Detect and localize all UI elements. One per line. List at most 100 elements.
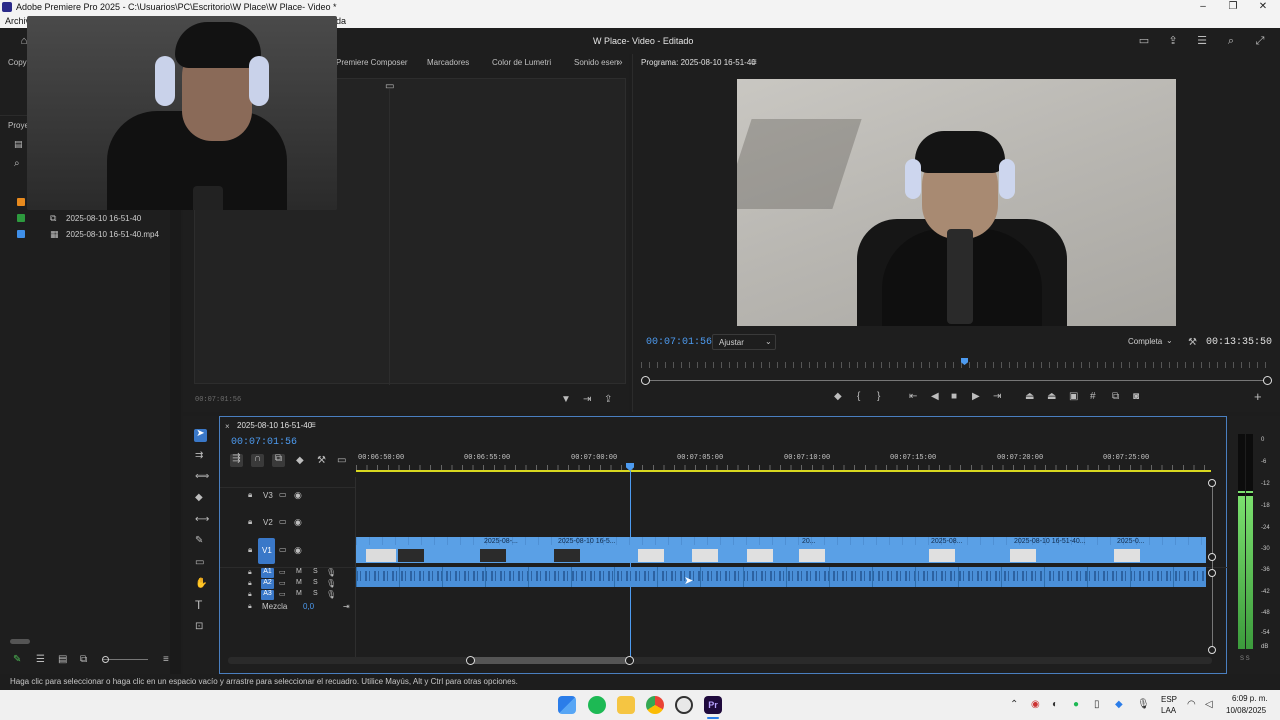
windows-start-icon[interactable] (558, 696, 576, 714)
menu-ayuda[interactable]: da (336, 16, 346, 26)
wifi-icon[interactable]: ◠ (1187, 700, 1196, 710)
scroll-handle-right[interactable] (1263, 376, 1272, 385)
sequence-tab[interactable]: 2025-08-10 16-51-40 (237, 421, 312, 430)
close-button[interactable]: ✕ (1252, 1, 1274, 13)
program-ruler[interactable] (641, 362, 1269, 368)
solo-button[interactable]: S (313, 568, 318, 575)
usb-icon[interactable]: ▯ (1094, 700, 1100, 710)
panels-menu-icon[interactable]: ☰ (1196, 35, 1208, 47)
add-marker-icon[interactable]: ◆ (296, 456, 304, 466)
slip-tool-icon[interactable]: ⟷ (195, 515, 209, 525)
compare-icon[interactable]: ▣ (1069, 392, 1078, 402)
panel-menu-icon[interactable]: ≡ (163, 655, 169, 665)
solo-button[interactable]: S (313, 590, 318, 597)
lock-icon[interactable]: 🔒︎ (248, 545, 252, 555)
microphone-icon[interactable]: 🎙︎ (1137, 700, 1150, 710)
spotify-tray-icon[interactable]: ● (1073, 700, 1079, 710)
linked-selection-icon[interactable]: ⧉ (272, 454, 285, 467)
scroll-handle[interactable] (1208, 553, 1216, 561)
mute-button[interactable]: M (296, 590, 302, 597)
export-frame-icon[interactable]: ⇥ (583, 395, 591, 405)
ripple-edit-icon[interactable]: ⟺ (195, 472, 209, 482)
lock-icon[interactable]: 🔒︎ (248, 590, 252, 600)
list-view-icon[interactable]: ☰ (36, 655, 45, 665)
track-label-a2[interactable]: A2 (261, 579, 274, 589)
wrench-icon[interactable]: ⚒ (317, 456, 326, 466)
horizontal-scroll-thumb[interactable] (470, 657, 630, 664)
scroll-handle[interactable] (1208, 479, 1216, 487)
quality-dropdown[interactable]: Completa ⌄ (1122, 334, 1178, 350)
eye-icon[interactable]: ◉ (294, 517, 302, 527)
type-tool-icon[interactable]: T (195, 599, 202, 611)
selection-tool-icon[interactable]: ➤ (194, 429, 207, 442)
nest-icon[interactable]: ⇶ (230, 454, 243, 467)
multicam-icon[interactable]: ⧉ (1112, 392, 1119, 402)
hand-tool-icon[interactable]: ✋ (195, 579, 207, 589)
tab-premiere-composer[interactable]: Premiere Composer (336, 58, 408, 67)
mic-icon[interactable]: 🎙︎ (326, 568, 336, 578)
tray-app-icon[interactable]: ◉ (1031, 700, 1040, 710)
more-tabs-icon[interactable]: » (617, 58, 623, 68)
step-back-icon[interactable]: ◀ (931, 392, 939, 402)
track-label-v1[interactable]: V1 (262, 546, 272, 555)
video-track-v1[interactable]: 2025-08-... 2025-08-10 16-5... 20... 202… (356, 537, 1206, 563)
sync-lock-icon[interactable]: ▭ (279, 545, 287, 555)
solo-button[interactable]: S (313, 579, 318, 586)
razor-tool-icon[interactable]: ◆ (195, 493, 203, 503)
spotify-icon[interactable] (588, 696, 606, 714)
clock-time[interactable]: 6:09 p. m. (1232, 694, 1268, 703)
tab-project[interactable]: Proye (8, 121, 29, 130)
rectangle-tool-icon[interactable]: ▭ (195, 558, 204, 568)
eye-icon[interactable]: ◉ (294, 490, 302, 500)
add-button-icon[interactable]: + (1254, 390, 1262, 403)
minimize-button[interactable]: – (1192, 1, 1214, 13)
lock-icon[interactable]: 🔒︎ (248, 602, 252, 612)
language-indicator[interactable]: ESP (1161, 695, 1177, 704)
chatgpt-icon[interactable] (675, 696, 693, 714)
go-to-end-icon[interactable]: ⇥ (343, 602, 350, 612)
stop-icon[interactable]: ■ (951, 392, 957, 402)
captions-icon[interactable]: ▭ (337, 456, 346, 466)
mute-button[interactable]: M (296, 568, 302, 575)
lock-icon[interactable]: 🔒︎ (248, 579, 252, 589)
track-select-icon[interactable]: ⇉ (195, 451, 203, 461)
panel-menu-icon[interactable]: ≡ (751, 58, 757, 68)
pencil-icon[interactable]: ✎ (13, 655, 21, 665)
playhead-line[interactable] (629, 471, 631, 661)
close-tab-icon[interactable]: × (225, 422, 230, 432)
zoom-slider-handle[interactable] (102, 656, 109, 663)
fit-dropdown[interactable]: Ajustar ⌄ (712, 334, 776, 350)
sync-lock-icon[interactable]: ▭ (279, 579, 286, 589)
search-icon[interactable]: ⌕ (1225, 35, 1237, 47)
toggle-timeline-icon[interactable]: ▭ (385, 82, 394, 92)
scroll-handle-right[interactable] (625, 656, 634, 665)
lock-icon[interactable]: 🔒︎ (248, 517, 252, 527)
chevron-up-icon[interactable]: ⌃ (1010, 700, 1018, 710)
wrench-icon[interactable]: ⚒ (1188, 338, 1197, 348)
freeform-view-icon[interactable]: ⧉ (80, 655, 87, 665)
mix-value[interactable]: 0,0 (303, 602, 314, 611)
lock-icon[interactable]: 🔒︎ (248, 568, 252, 578)
sync-lock-icon[interactable]: ▭ (279, 568, 286, 578)
share-icon[interactable]: ⇪ (1167, 35, 1179, 47)
sync-lock-icon[interactable]: ▭ (279, 590, 286, 600)
track-label-v2[interactable]: V2 (263, 518, 273, 527)
tab-color-lumetri[interactable]: Color de Lumetri (492, 58, 551, 67)
list-item[interactable]: ▦ 2025-08-10 16-51-40.mp4 (0, 228, 181, 242)
scroll-handle[interactable] (1208, 569, 1216, 577)
fullscreen-icon[interactable]: ⤢ (1254, 35, 1266, 47)
scroll-handle[interactable] (1208, 646, 1216, 654)
share-icon[interactable]: ⇪ (604, 395, 612, 405)
lock-icon[interactable]: 🔒︎ (248, 490, 252, 500)
horizontal-scrollbar[interactable] (228, 657, 1212, 664)
icon-view-icon[interactable]: ▤ (58, 655, 67, 665)
pen-tool-icon[interactable]: ✎ (195, 536, 203, 546)
tab-sonido-esencial[interactable]: Sonido esen (574, 58, 618, 67)
lift-icon[interactable]: ⏏ (1025, 392, 1034, 402)
keyboard-layout[interactable]: LAA (1161, 706, 1176, 715)
go-to-in-icon[interactable]: ⇤ (909, 392, 917, 402)
volume-icon[interactable]: ◁ (1205, 700, 1213, 710)
meter-solo-buttons[interactable]: S S (1240, 656, 1250, 662)
zoom-scrollbar[interactable] (645, 380, 1269, 381)
clock-date[interactable]: 10/08/2025 (1226, 706, 1266, 715)
